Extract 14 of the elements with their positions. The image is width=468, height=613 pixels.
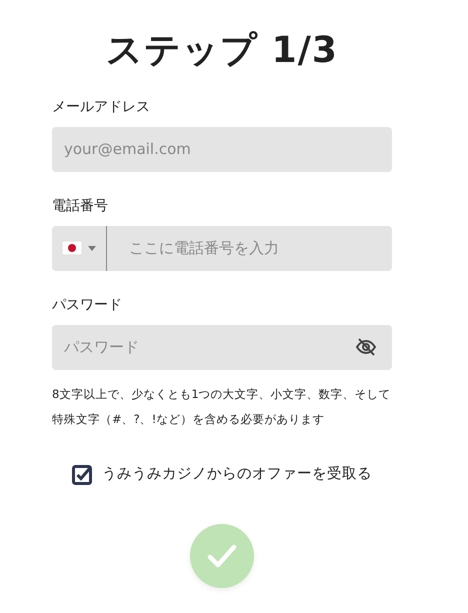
checkbox[interactable]	[72, 464, 92, 485]
field-label: パスワード	[52, 296, 123, 315]
phone-field[interactable]: ここに電話番号を入力	[52, 226, 392, 271]
checkmark-icon	[207, 544, 237, 568]
caret-icon	[88, 246, 96, 251]
hidden-eye-icon[interactable]	[356, 338, 376, 356]
flag-icon	[62, 241, 82, 256]
page-title: ステップ 1/3	[105, 29, 339, 73]
email-field[interactable]: your@email.com	[52, 126, 392, 172]
checkbox-label: うみうみカジノからのオファーを受取る	[102, 464, 372, 484]
field-label: 電話番号	[52, 196, 109, 216]
field-label: メールアドレス	[52, 98, 151, 117]
phone-input[interactable]: ここに電話番号を入力	[107, 226, 392, 271]
password-hint: 8文字以上で、少なくとも1つの大文字、小文字、数字、そして特殊文字（#、?、!など）を含める必要があります	[52, 386, 392, 428]
